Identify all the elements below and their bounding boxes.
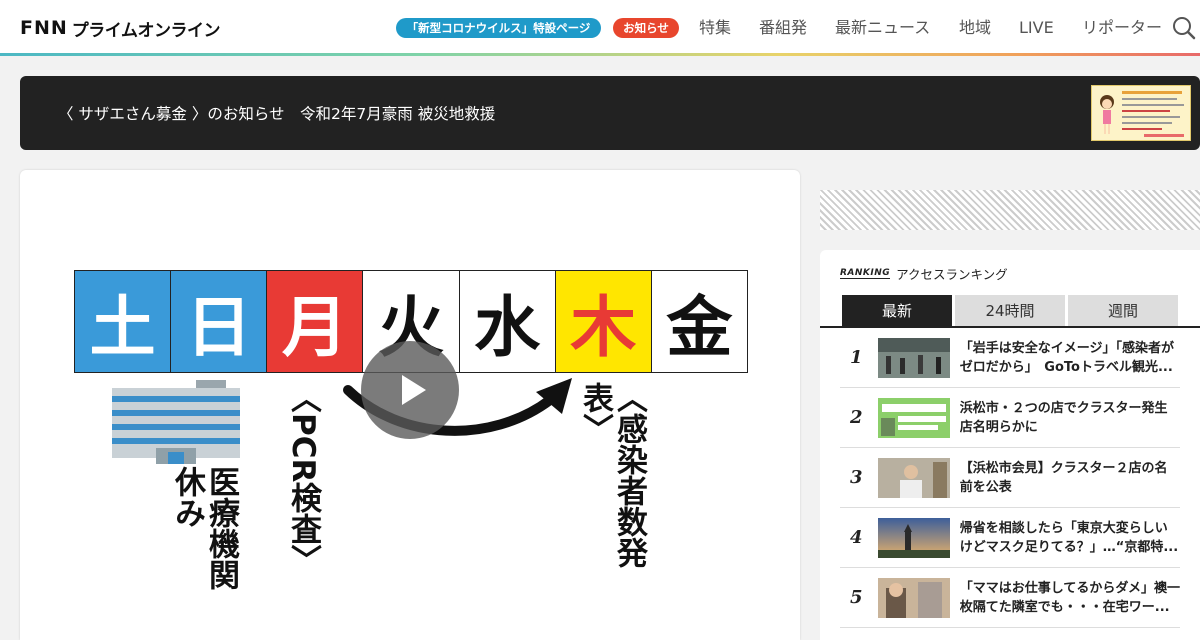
rank-title: 帰省を相談したら「東京大変らしいけどマスク足りてる？」…“京都特... xyxy=(959,520,1179,555)
rank-number: 3 xyxy=(850,467,863,488)
rank-number: 1 xyxy=(850,347,863,368)
rank-thumbnail xyxy=(877,337,950,378)
logo-fnn: FNN xyxy=(20,17,68,39)
ranking-item[interactable]: 2 浜松市・２つの店でクラスター発生 店名明らかに xyxy=(840,388,1180,448)
caption-pcr-test: 〈PCR検査〉 xyxy=(285,382,321,576)
rank-thumbnail xyxy=(877,457,950,498)
nav-item-region[interactable]: 地域 xyxy=(959,18,991,38)
logo-prime-online: プライムオンライン xyxy=(71,20,221,41)
ranking-label-en: RANKING xyxy=(840,268,891,279)
header-gradient-line xyxy=(0,53,1200,56)
nav-item-live[interactable]: LIVE xyxy=(1019,18,1054,38)
nav-item-reporter[interactable]: リポーター xyxy=(1082,18,1162,38)
rank-title: 「岩手は安全なイメージ」「感染者がゼロだから」 GoToトラベル観光... xyxy=(959,340,1175,375)
day-thu: 木 xyxy=(555,271,652,372)
rank-number: 5 xyxy=(850,587,863,608)
ranking-item[interactable]: 1 「岩手は安全なイメージ」「感染者がゼロだから」 GoToトラベル観光... xyxy=(840,328,1180,388)
search-icon[interactable] xyxy=(1172,16,1196,40)
site-header: FNN プライムオンライン 「新型コロナウイルス」特設ページ お知らせ 特集 番… xyxy=(0,0,1200,54)
ranking-header: RANKING アクセスランキング xyxy=(840,264,1008,283)
tab-weekly[interactable]: 週間 xyxy=(1068,295,1178,326)
ad-placeholder xyxy=(820,190,1200,230)
corona-special-page-button[interactable]: 「新型コロナウイルス」特設ページ xyxy=(396,18,601,38)
banner-text: 〈 サザエさん募金 〉のお知らせ 令和2年7月豪雨 被災地救援 xyxy=(58,105,496,123)
day-wed: 水 xyxy=(459,271,556,372)
play-button[interactable] xyxy=(361,341,459,439)
notice-button[interactable]: お知らせ xyxy=(613,18,679,38)
rank-number: 2 xyxy=(850,407,863,428)
article-video[interactable]: 土 日 月 火 水 木 金 医療機関休み 〈PCR検査〉 〈感染者数発表〉 xyxy=(20,170,800,640)
rank-thumbnail xyxy=(877,577,950,618)
banner-thumbnail xyxy=(1091,85,1191,141)
nav-item-programs[interactable]: 番組発 xyxy=(759,18,807,38)
rank-thumbnail xyxy=(877,397,950,438)
rank-number: 4 xyxy=(850,527,863,548)
ranking-label-jp: アクセスランキング xyxy=(896,267,1008,282)
hospital-building-icon xyxy=(112,380,240,464)
ranking-item[interactable]: 3 【浜松市会見】クラスター２店の名前を公表 xyxy=(840,448,1180,508)
day-sat: 土 xyxy=(75,271,172,372)
ranking-item[interactable]: 4 帰省を相談したら「東京大変らしいけどマスク足りてる？」…“京都特... xyxy=(840,508,1180,568)
day-fri: 金 xyxy=(651,271,747,372)
rank-title: 「ママはお仕事してるからダメ」襖一枚隔てた隣室でも・・・在宅ワー... xyxy=(959,580,1180,615)
tab-24h[interactable]: 24時間 xyxy=(955,295,1065,326)
site-logo[interactable]: FNN プライムオンライン xyxy=(20,17,221,41)
caption-cases-announced: 〈感染者数発表〉 xyxy=(577,382,647,568)
ranking-item[interactable]: 5 「ママはお仕事してるからダメ」襖一枚隔てた隣室でも・・・在宅ワー... xyxy=(840,568,1180,628)
rank-thumbnail xyxy=(877,517,950,558)
tab-latest[interactable]: 最新 xyxy=(842,295,952,326)
fundraising-banner[interactable]: 〈 サザエさん募金 〉のお知らせ 令和2年7月豪雨 被災地救援 xyxy=(20,76,1200,150)
nav-item-features[interactable]: 特集 xyxy=(699,18,731,38)
ranking-panel: RANKING アクセスランキング 最新 24時間 週間 1 「岩手は安全なイメ… xyxy=(820,250,1200,640)
ranking-tabs: 最新 24時間 週間 xyxy=(842,295,1178,326)
nav-item-latest-news[interactable]: 最新ニュース xyxy=(835,18,930,38)
rank-title: 浜松市・２つの店でクラスター発生 店名明らかに xyxy=(959,400,1168,435)
rank-title: 【浜松市会見】クラスター２店の名前を公表 xyxy=(959,460,1168,495)
day-mon: 月 xyxy=(267,271,364,372)
caption-medical-closed: 医療機関休み xyxy=(169,466,239,590)
day-sun: 日 xyxy=(171,271,268,372)
ranking-list: 1 「岩手は安全なイメージ」「感染者がゼロだから」 GoToトラベル観光... … xyxy=(840,328,1180,628)
